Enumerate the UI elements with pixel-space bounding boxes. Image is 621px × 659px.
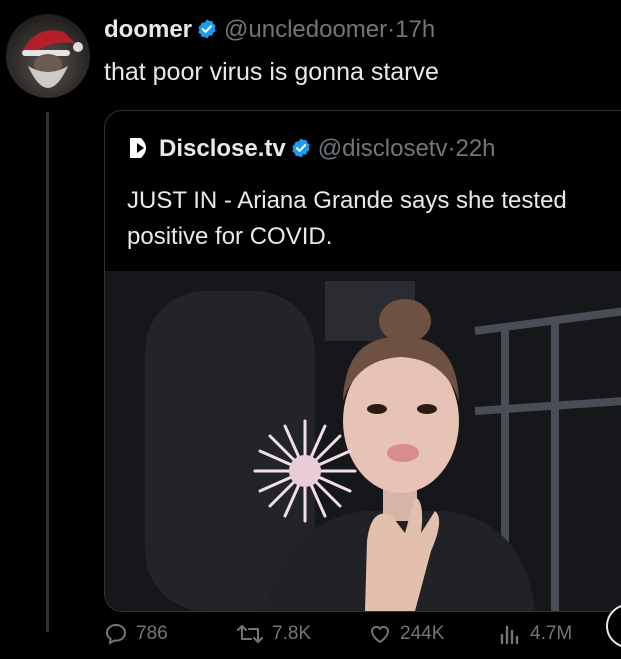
quote-timestamp[interactable]: 22h — [455, 135, 495, 162]
santa-avatar-image — [22, 30, 83, 88]
tweet-header: doomer @uncledoomer·17h — [104, 16, 435, 47]
quote-photo[interactable] — [105, 271, 621, 611]
retweet-button[interactable]: 7.8K — [236, 622, 311, 646]
author-avatar[interactable] — [6, 14, 90, 98]
header-separator: · — [387, 16, 396, 43]
reply-count: 786 — [136, 623, 168, 644]
quote-author-name[interactable]: Disclose.tv — [159, 135, 286, 162]
disclose-tv-logo-icon — [127, 136, 153, 167]
views-button[interactable]: 4.7M — [498, 622, 572, 646]
views-icon — [500, 625, 519, 645]
ariana-grande-photo — [105, 271, 621, 611]
retweet-icon — [237, 625, 263, 643]
tweet-text: that poor virus is gonna starve — [104, 58, 439, 86]
quote-header: Disclose.tv @disclosetv·22h — [127, 135, 496, 167]
thread-connector-line — [46, 112, 49, 632]
retweet-count: 7.8K — [272, 623, 312, 644]
author-name[interactable]: doomer — [104, 16, 192, 43]
tweet-timestamp[interactable]: 17h — [395, 16, 435, 43]
quoted-tweet-card[interactable]: Disclose.tv @disclosetv·22h JUST IN - Ari… — [104, 110, 621, 612]
quote-author-handle[interactable]: @disclosetv — [318, 135, 448, 162]
reply-button[interactable]: 786 — [104, 622, 168, 646]
views-count: 4.7M — [530, 623, 573, 644]
like-button[interactable]: 244K — [368, 622, 444, 646]
like-count: 244K — [400, 623, 445, 644]
verified-badge-icon — [196, 18, 218, 47]
like-icon — [371, 625, 389, 643]
author-handle[interactable]: @uncledoomer — [224, 16, 387, 43]
quote-text: JUST IN - Ariana Grande says she tested … — [127, 187, 567, 250]
verified-badge-icon — [290, 137, 312, 166]
reply-icon — [105, 623, 127, 645]
tweet-actions-bar: 786 7.8K 244K 4.7M — [104, 622, 621, 652]
